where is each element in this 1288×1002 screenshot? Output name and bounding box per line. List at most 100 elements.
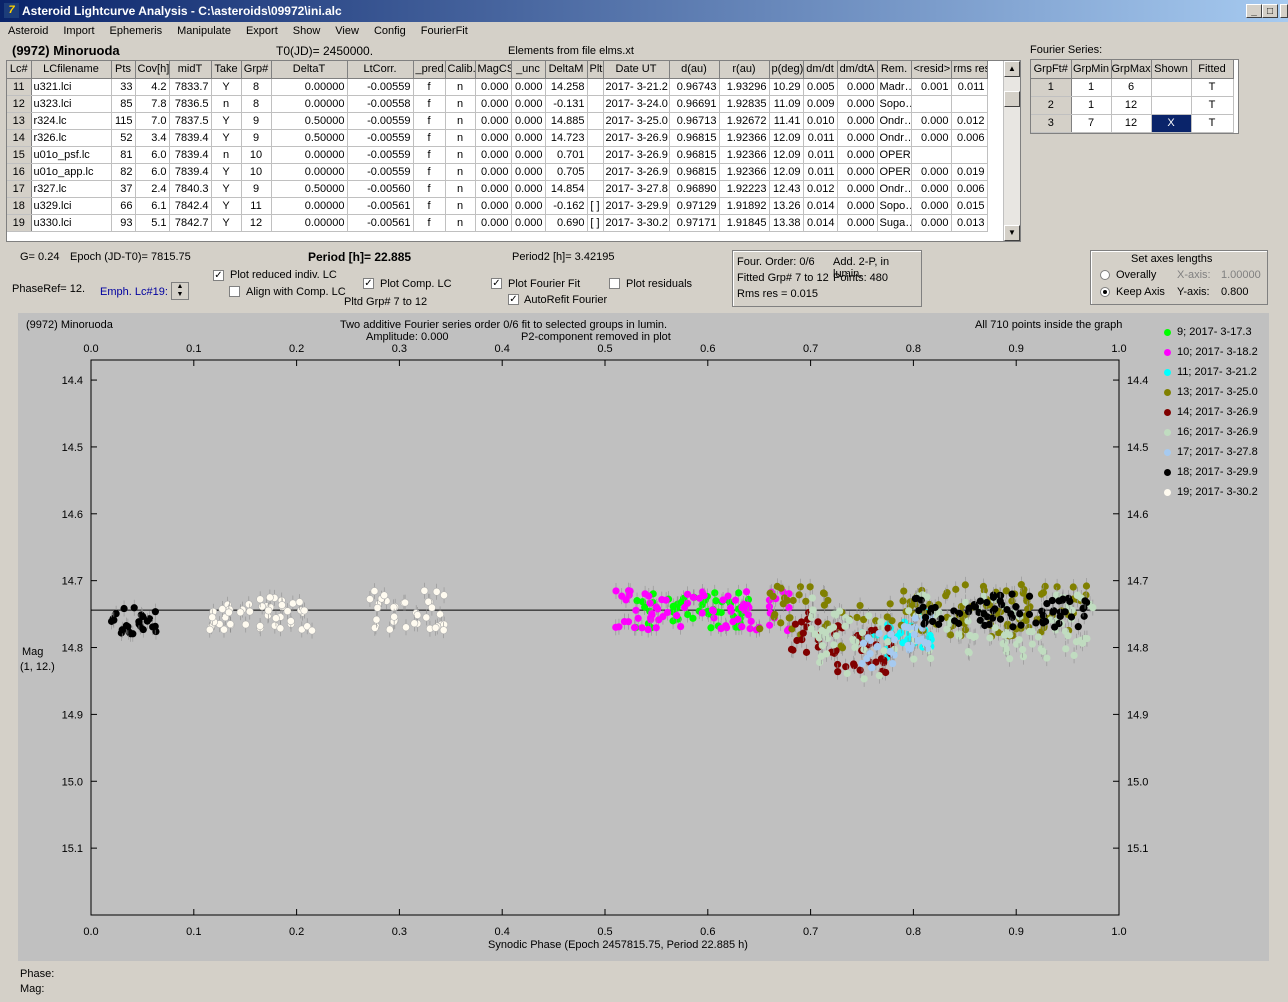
table-cell[interactable]: 2017- 3-30.2 [603, 214, 670, 232]
autorefit-checkbox[interactable]: ✓ [508, 294, 519, 305]
table-cell[interactable]: -0.00561 [347, 197, 414, 215]
close-button[interactable] [1280, 4, 1288, 18]
table-cell[interactable]: Sopo… [877, 197, 912, 215]
table-cell[interactable]: 2017- 3-26.9 [603, 129, 670, 147]
table-cell[interactable]: 0.000 [911, 180, 952, 198]
table-cell[interactable]: 0.000 [511, 78, 546, 96]
table-cell[interactable]: 1.92366 [719, 129, 770, 147]
table-cell[interactable] [587, 95, 604, 113]
table-cell[interactable]: 0.96815 [669, 129, 720, 147]
table-cell[interactable]: r324.lc [31, 112, 112, 130]
table-cell[interactable]: n [445, 146, 476, 164]
table-cell[interactable]: 0.000 [911, 112, 952, 130]
table-cell[interactable]: u01o_psf.lc [31, 146, 112, 164]
menu-item-0[interactable]: Asteroid [0, 22, 55, 37]
table-cell[interactable]: 7836.5 [169, 95, 212, 113]
table-cell[interactable]: 13.38 [769, 214, 804, 232]
table-cell[interactable]: -0.00559 [347, 129, 414, 147]
menu-item-2[interactable]: Ephemeris [102, 22, 170, 37]
table-cell[interactable]: 0.000 [837, 214, 878, 232]
table-cell[interactable] [911, 146, 952, 164]
table-cell[interactable]: 66 [111, 197, 136, 215]
table-cell[interactable]: n [445, 163, 476, 181]
table-cell[interactable]: 0.006 [951, 129, 988, 147]
table-cell[interactable]: 0.000 [837, 112, 878, 130]
table-cell[interactable]: [ ] [587, 197, 604, 215]
table-cell[interactable]: Y [211, 78, 242, 96]
table-cell[interactable] [587, 112, 604, 130]
column-header[interactable]: p(deg) [769, 61, 804, 79]
table-cell[interactable]: 2017- 3-25.0 [603, 112, 670, 130]
table-cell[interactable]: 7839.4 [169, 129, 212, 147]
fourier-cell[interactable] [1151, 78, 1192, 97]
fourier-column-header[interactable]: GrpMax [1111, 60, 1152, 79]
table-cell[interactable]: -0.00559 [347, 163, 414, 181]
table-cell[interactable]: 0.000 [475, 78, 512, 96]
table-cell[interactable]: 2017- 3-26.9 [603, 163, 670, 181]
table-cell[interactable]: 7839.4 [169, 163, 212, 181]
table-cell[interactable]: 0.000 [511, 214, 546, 232]
table-cell[interactable]: 13.26 [769, 197, 804, 215]
plot-comp-checkbox[interactable]: ✓ [363, 278, 374, 289]
table-cell[interactable]: u01o_app.lc [31, 163, 112, 181]
table-cell[interactable]: n [445, 78, 476, 96]
fourier-cell[interactable]: T [1191, 78, 1234, 97]
table-cell[interactable]: 0.000 [837, 78, 878, 96]
table-cell[interactable]: 14 [7, 129, 32, 147]
fourier-cell[interactable]: 12 [1111, 96, 1152, 115]
table-cell[interactable]: 2017- 3-29.9 [603, 197, 670, 215]
table-cell[interactable]: 0.000 [475, 112, 512, 130]
table-cell[interactable]: Y [211, 197, 242, 215]
minimize-button[interactable]: _ [1246, 4, 1262, 18]
table-cell[interactable]: f [413, 112, 446, 130]
table-cell[interactable]: 9 [241, 129, 272, 147]
table-cell[interactable]: 1.92672 [719, 112, 770, 130]
table-cell[interactable]: 7833.7 [169, 78, 212, 96]
table-cell[interactable]: 0.000 [475, 129, 512, 147]
table-cell[interactable]: 1.91892 [719, 197, 770, 215]
column-header[interactable]: Grp# [241, 61, 272, 79]
table-cell[interactable]: f [413, 214, 446, 232]
column-header[interactable]: midT [169, 61, 212, 79]
xaxis-value[interactable]: 1.00000 [1221, 269, 1261, 281]
table-cell[interactable]: 0.000 [511, 112, 546, 130]
fourier-row[interactable]: 2 1 12 T [1031, 96, 1234, 115]
table-cell[interactable]: 0.96743 [669, 78, 720, 96]
table-cell[interactable]: 0.006 [951, 180, 988, 198]
table-cell[interactable]: 52 [111, 129, 136, 147]
column-header[interactable]: Lc# [7, 61, 32, 79]
table-cell[interactable]: 14.258 [545, 78, 588, 96]
table-row[interactable]: 19 u330.lci 93 5.1 7842.7 Y 12 0.00000 -0.00561 f… [7, 214, 988, 232]
table-row[interactable]: 14 r326.lc 52 3.4 7839.4 Y 9 0.50000 -0.00559 f n 0… [7, 129, 988, 147]
plot-fourier-checkbox[interactable]: ✓ [491, 278, 502, 289]
table-cell[interactable]: f [413, 197, 446, 215]
column-header[interactable]: dm/dtA [837, 61, 878, 79]
fourier-column-header[interactable]: GrpFt# [1031, 60, 1072, 79]
table-cell[interactable]: 0.014 [803, 214, 838, 232]
table-cell[interactable]: 12 [241, 214, 272, 232]
table-cell[interactable]: 0.000 [911, 163, 952, 181]
table-cell[interactable]: 11.41 [769, 112, 804, 130]
table-cell[interactable]: 0.000 [837, 197, 878, 215]
table-cell[interactable]: 0.000 [911, 129, 952, 147]
table-cell[interactable]: 0.019 [951, 163, 988, 181]
table-cell[interactable]: 6.0 [135, 146, 170, 164]
column-header[interactable]: LtCorr. [347, 61, 414, 79]
table-row[interactable]: 17 r327.lc 37 2.4 7840.3 Y 9 0.50000 -0.00560 f n 0… [7, 180, 988, 198]
column-header[interactable]: Pts [111, 61, 136, 79]
table-cell[interactable]: 10 [241, 146, 272, 164]
table-cell[interactable]: 0.000 [837, 129, 878, 147]
fourier-cell[interactable]: 2 [1031, 96, 1072, 115]
table-cell[interactable]: 33 [111, 78, 136, 96]
table-cell[interactable]: 0.96713 [669, 112, 720, 130]
table-cell[interactable]: OPER. [877, 163, 912, 181]
fourier-row[interactable]: 3 7 12 X T [1031, 114, 1234, 133]
table-cell[interactable]: n [211, 95, 242, 113]
table-cell[interactable]: n [445, 129, 476, 147]
table-cell[interactable]: u321.lci [31, 78, 112, 96]
table-cell[interactable]: 37 [111, 180, 136, 198]
table-cell[interactable]: 0.000 [511, 163, 546, 181]
table-row[interactable]: 11 u321.lci 33 4.2 7833.7 Y 8 0.00000 -0.00559 f n… [7, 78, 988, 96]
table-cell[interactable]: 6.1 [135, 197, 170, 215]
fourier-cell[interactable]: T [1191, 114, 1234, 133]
